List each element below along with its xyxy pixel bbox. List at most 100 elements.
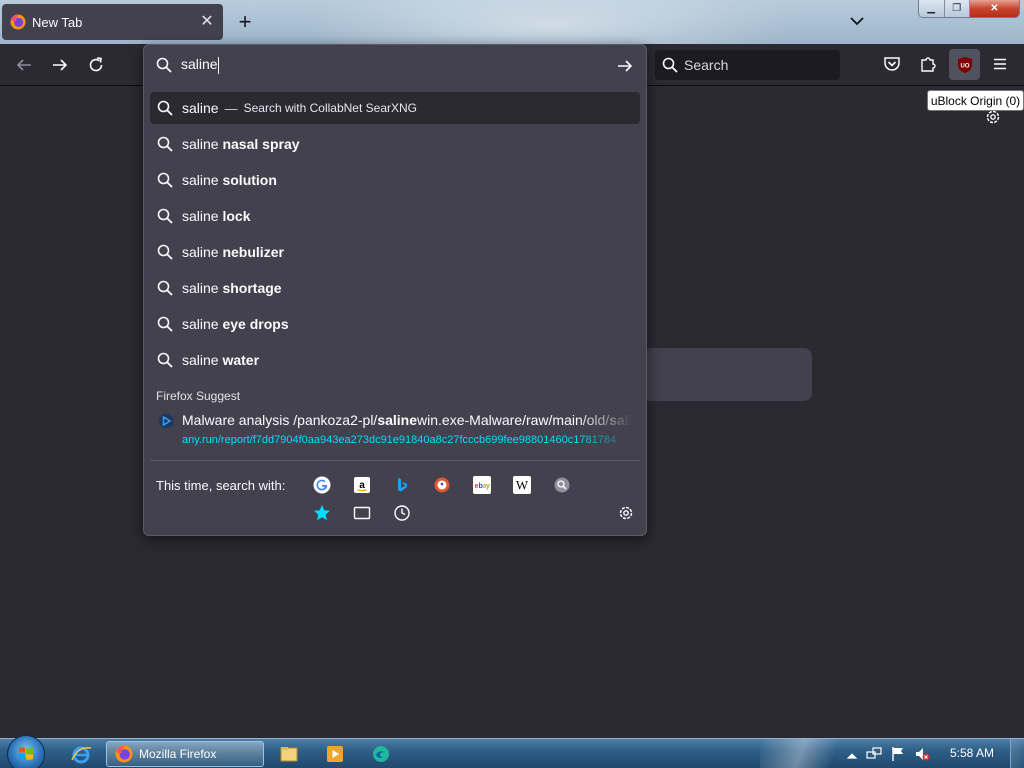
suggestion-query: saline — [182, 316, 223, 332]
back-arrow-icon — [16, 59, 31, 71]
go-arrow-icon[interactable] — [616, 57, 634, 75]
history-mode-button[interactable] — [392, 503, 412, 523]
google-icon — [313, 476, 331, 494]
suggestion-completion: lock — [222, 208, 251, 224]
svg-text:W: W — [516, 478, 529, 493]
firefox-suggest-result[interactable]: Malware analysis /pankoza2-pl/salinewin.… — [150, 409, 640, 449]
puzzle-piece-icon — [921, 57, 936, 72]
newtab-settings-gear-icon[interactable] — [984, 108, 1002, 126]
tab-close-icon[interactable]: ✕ — [199, 14, 215, 30]
taskbar-glow — [760, 739, 850, 768]
suggestion-completion: solution — [222, 172, 277, 188]
urlbar-input[interactable]: saline — [144, 45, 646, 85]
pocket-button[interactable] — [880, 52, 904, 76]
search-suggestion-row[interactable]: saline solution — [150, 164, 640, 196]
google-engine-button[interactable] — [312, 475, 332, 495]
edge-icon[interactable] — [370, 743, 392, 765]
tabs-icon — [353, 506, 371, 520]
suggestion-query: saline — [182, 100, 219, 116]
urlbar-value: saline — [181, 56, 218, 73]
reload-icon — [89, 57, 103, 72]
start-button[interactable] — [7, 735, 45, 768]
search-icon — [157, 316, 173, 332]
ublock-origin-button[interactable]: UO — [949, 49, 980, 80]
search-engine-action: Search with CollabNet SearXNG — [243, 101, 418, 115]
search-suggestion-row[interactable]: saline lock — [150, 200, 640, 232]
searxng-engine-button[interactable] — [552, 475, 572, 495]
file-explorer-icon[interactable] — [278, 743, 300, 765]
tabs-mode-button[interactable] — [352, 503, 372, 523]
svg-text:a: a — [359, 480, 365, 491]
taskbar-clock[interactable]: 5:58 AM — [950, 746, 994, 760]
suggestion-query: saline — [182, 280, 223, 296]
network-icon[interactable] — [866, 746, 882, 762]
duckduckgo-icon — [434, 477, 450, 493]
search-icon — [157, 280, 173, 296]
suggestion-query: saline — [182, 172, 223, 188]
suggestion-query: saline — [182, 208, 223, 224]
title-bar: New Tab ✕ + ▁ ❐ ✕ — [0, 0, 1024, 44]
ebay-engine-button[interactable]: e b a y — [472, 475, 492, 495]
extensions-button[interactable] — [916, 52, 940, 76]
search-bar[interactable]: Search — [655, 50, 840, 80]
close-window-button[interactable]: ✕ — [970, 0, 1019, 17]
forward-button[interactable] — [48, 53, 72, 77]
amazon-icon: a — [354, 477, 370, 493]
show-hidden-icons-chevron-icon[interactable] — [844, 748, 860, 764]
search-suggestion-row[interactable]: saline water — [150, 344, 640, 376]
list-all-tabs-chevron-icon[interactable] — [848, 12, 866, 30]
search-icon — [157, 172, 173, 188]
suggestion-completion: water — [222, 352, 260, 368]
search-settings-button[interactable] — [616, 503, 636, 523]
action-center-flag-icon[interactable] — [890, 746, 906, 762]
wikipedia-engine-button[interactable]: W — [512, 475, 532, 495]
amazon-engine-button[interactable]: a — [352, 475, 372, 495]
search-suggestion-row[interactable]: saline eye drops — [150, 308, 640, 340]
search-icon — [662, 57, 678, 73]
duckduckgo-engine-button[interactable] — [432, 475, 452, 495]
gear-icon — [619, 506, 633, 520]
show-desktop-button[interactable] — [1010, 739, 1024, 768]
new-tab-button[interactable]: + — [234, 11, 256, 33]
suggestion-separator: — — [224, 100, 238, 116]
one-off-divider — [150, 460, 640, 461]
media-player-icon[interactable] — [324, 743, 346, 765]
search-icon — [157, 100, 173, 116]
volume-muted-icon[interactable] — [914, 746, 930, 762]
search-icon — [157, 208, 173, 224]
search-icon — [157, 136, 173, 152]
suggestion-completion: nasal spray — [222, 136, 300, 152]
search-suggestion-row[interactable]: saline nasal spray — [150, 128, 640, 160]
maximize-button[interactable]: ❐ — [944, 0, 970, 17]
tab-new-tab[interactable]: New Tab ✕ — [2, 4, 223, 40]
internet-explorer-icon[interactable] — [70, 743, 92, 765]
suggestion-completion: eye drops — [222, 316, 289, 332]
back-button[interactable] — [12, 53, 36, 77]
search-action-row[interactable]: saline — Search with CollabNet SearXNG — [150, 92, 640, 124]
hamburger-menu-icon — [994, 58, 1006, 70]
bing-icon — [398, 478, 407, 492]
taskbar-firefox-button[interactable]: Mozilla Firefox — [106, 741, 264, 767]
app-menu-button[interactable] — [988, 52, 1012, 76]
suggestion-query: saline — [182, 244, 223, 260]
search-suggestion-row[interactable]: saline nebulizer — [150, 236, 640, 268]
text-caret — [217, 56, 219, 74]
newtab-search-box[interactable] — [640, 348, 812, 401]
bookmarks-mode-button[interactable] — [312, 503, 332, 523]
firefox-icon — [10, 14, 26, 30]
taskbar-firefox-label: Mozilla Firefox — [139, 747, 217, 761]
suggestion-completion: nebulizer — [222, 244, 284, 260]
svg-text:y: y — [486, 483, 490, 490]
reload-button[interactable] — [84, 53, 108, 77]
firefox-icon — [115, 745, 133, 763]
one-off-label: This time, search with: — [156, 478, 286, 493]
ublock-badge-text: UO — [960, 63, 969, 69]
search-suggestion-row[interactable]: saline shortage — [150, 272, 640, 304]
history-clock-icon — [394, 505, 410, 521]
search-placeholder: Search — [684, 57, 729, 73]
tab-title: New Tab — [32, 14, 83, 30]
search-icon — [156, 57, 172, 73]
bing-engine-button[interactable] — [392, 475, 412, 495]
suggestion-query: saline — [182, 136, 223, 152]
minimize-button[interactable]: ▁ — [919, 0, 945, 17]
